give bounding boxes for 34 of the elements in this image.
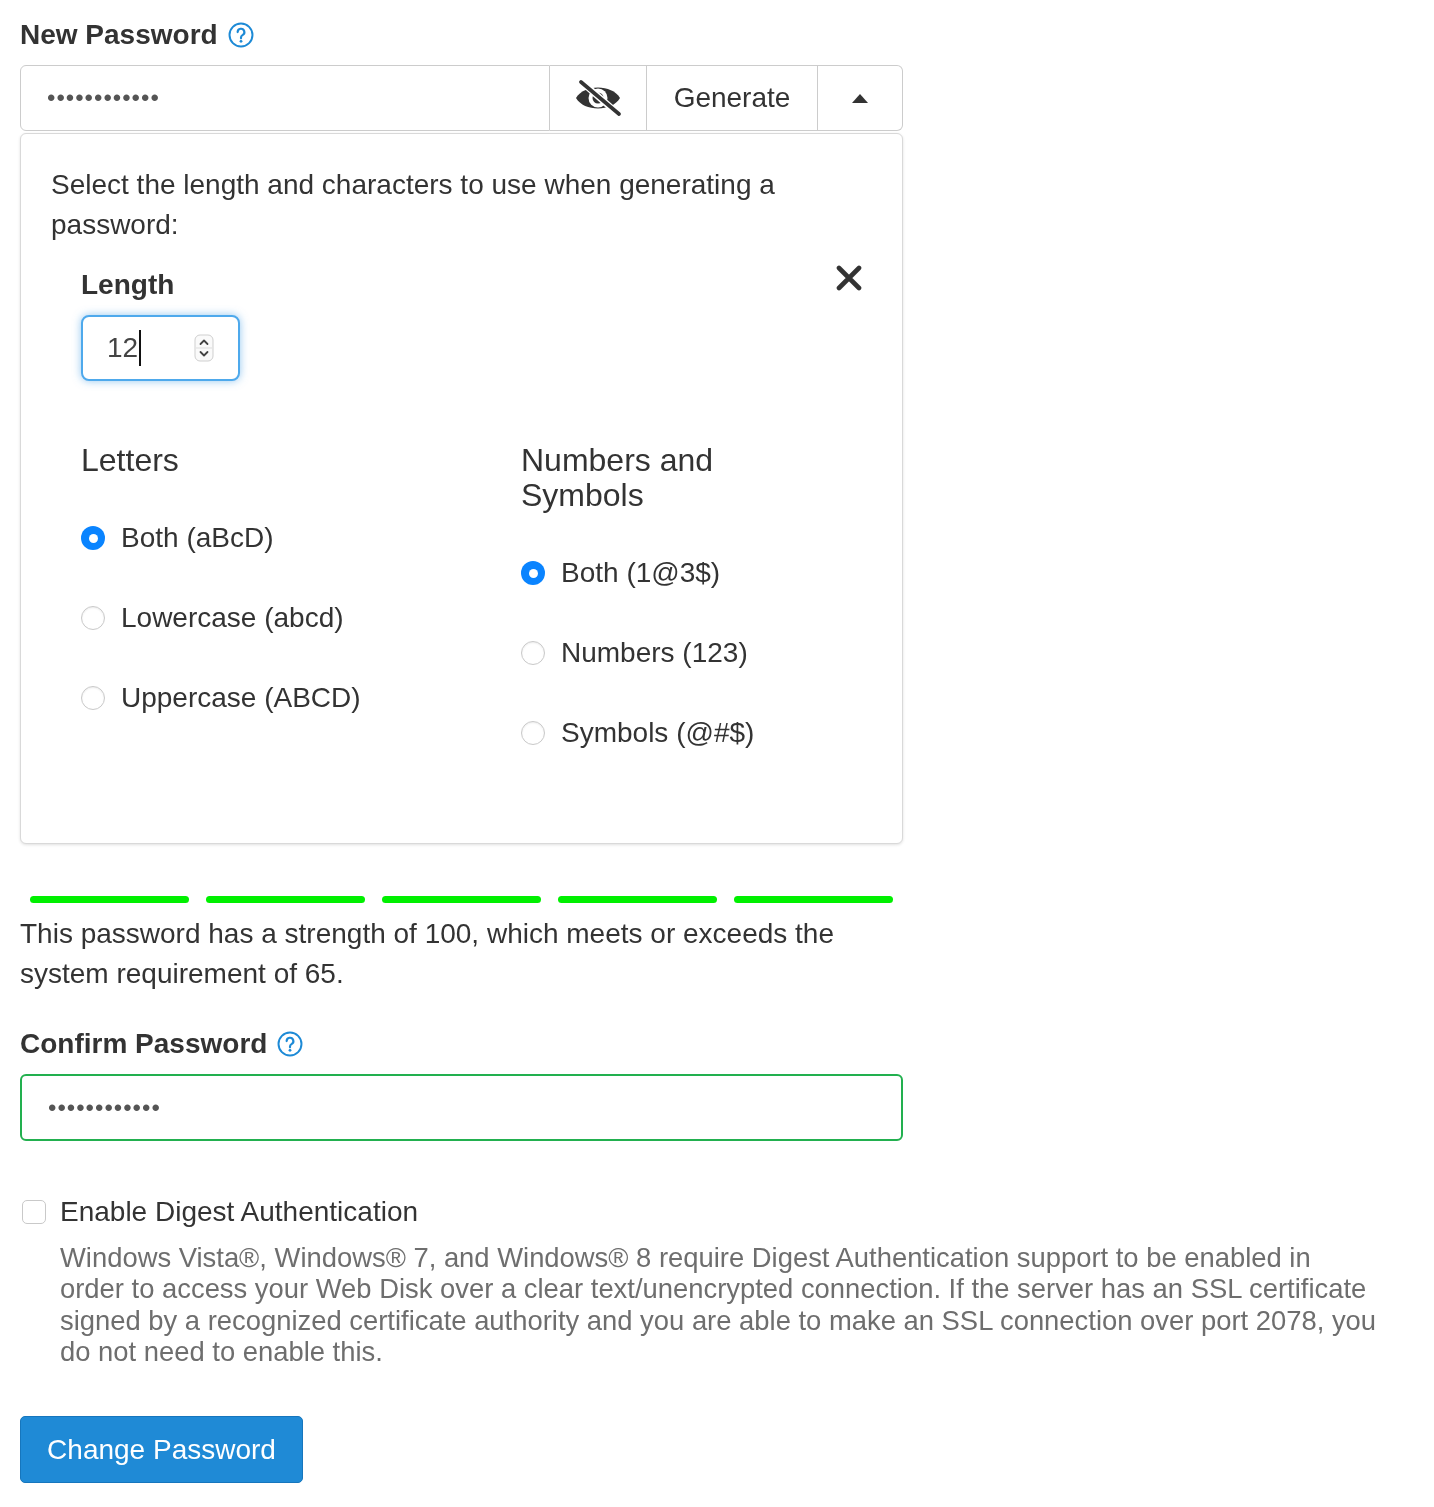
field-label: Confirm Password: [20, 1027, 268, 1061]
checkbox[interactable]: [22, 1200, 46, 1224]
radio-label: Both (1@3$): [561, 556, 721, 590]
radio-button[interactable]: [81, 606, 105, 630]
length-label: Length: [81, 268, 175, 302]
radio-label: Numbers (123): [561, 636, 748, 670]
help-icon[interactable]: [277, 1031, 304, 1057]
change-password-button[interactable]: Change Password: [20, 1416, 303, 1484]
radio-label: Lowercase (abcd): [121, 601, 344, 635]
radio-label: Uppercase (ABCD): [121, 681, 361, 715]
password-field[interactable]: ••••••••••••: [20, 65, 550, 131]
text-cursor-icon: [139, 330, 142, 366]
radio-button[interactable]: [521, 641, 545, 665]
group-title: Numbers and Symbols: [521, 443, 715, 513]
strength-message: This password has a strength of 100, which meets or exceeds the system requirement of 65.: [20, 917, 835, 991]
radio-label: Both (aBcD): [121, 521, 274, 555]
generator-instructions: Select the length and characters to use when generating a password:: [51, 168, 776, 242]
generate-button[interactable]: Generate: [647, 65, 818, 131]
radio-button[interactable]: [81, 686, 105, 710]
help-text: Windows Vista®, Windows® 7, and Windows® 8 require Digest Authentication support to be enabled in order to access your Web Disk over a clear text/unencrypted connection. If the server has an SSL certificate signed by a recognized certificate authority and you are able to make an SSL connection over port 2078, you do not need to enable this.: [60, 1242, 1378, 1368]
spinner-icon[interactable]: [194, 334, 214, 362]
visibility-toggle-button[interactable]: [550, 65, 647, 131]
radio-button[interactable]: [81, 526, 105, 550]
radio-label: Symbols (@#$): [561, 716, 755, 750]
length-field[interactable]: 12: [81, 315, 240, 381]
help-icon[interactable]: [227, 22, 254, 48]
group-title: Letters: [81, 443, 179, 478]
eye-slash-icon: [574, 80, 622, 116]
confirm-password-field[interactable]: ••••••••••••: [20, 1074, 903, 1141]
field-label: New Password: [20, 18, 218, 52]
radio-button[interactable]: [521, 721, 545, 745]
radio-button[interactable]: [521, 561, 545, 585]
close-icon[interactable]: [836, 265, 862, 291]
checkbox-label: Enable Digest Authentication: [60, 1195, 419, 1229]
